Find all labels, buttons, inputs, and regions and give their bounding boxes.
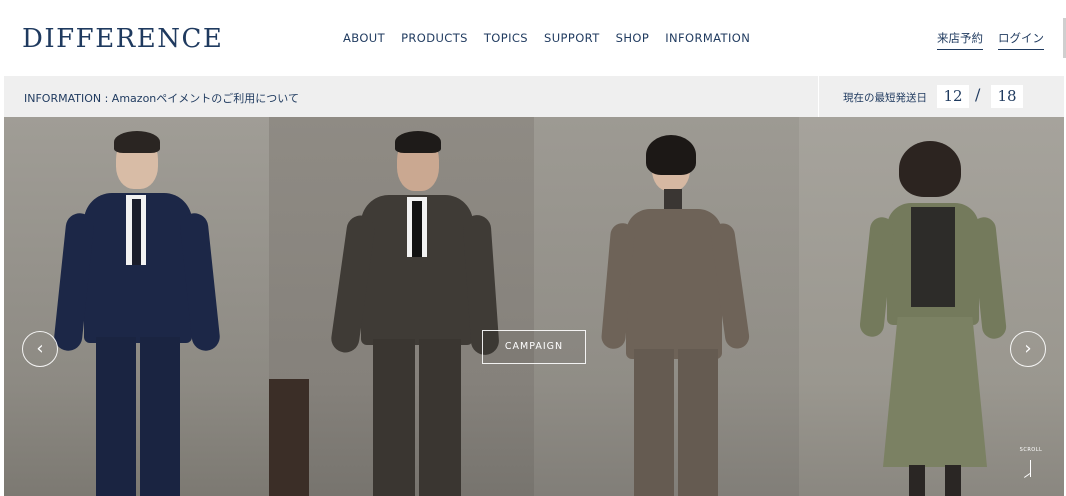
chevron-right-icon: ›: [1024, 338, 1032, 359]
store-reservation-link[interactable]: 来店予約: [937, 30, 983, 50]
nav-information[interactable]: INFORMATION: [665, 31, 750, 45]
main-nav: ABOUT PRODUCTS TOPICS SUPPORT SHOP INFOR…: [343, 31, 750, 45]
site-header: DIFFERENCE ABOUT PRODUCTS TOPICS SUPPORT…: [0, 0, 1066, 76]
nav-about[interactable]: ABOUT: [343, 31, 385, 45]
shipping-date: 現在の最短発送日 12 / 18: [818, 76, 1064, 117]
hero-image-navy-suit: [4, 117, 269, 496]
login-link[interactable]: ログイン: [998, 30, 1044, 50]
hero-slider: ‹ › CAMPAIGN SCROLL: [4, 117, 1064, 496]
nav-products[interactable]: PRODUCTS: [401, 31, 468, 45]
shipping-date-separator: /: [975, 85, 981, 104]
nav-topics[interactable]: TOPICS: [484, 31, 528, 45]
brand-logo[interactable]: DIFFERENCE: [22, 24, 223, 54]
scroll-label: SCROLL: [1019, 447, 1043, 453]
info-bar: INFORMATION : Amazonペイメントのご利用について 現在の最短発…: [4, 76, 1064, 117]
hero-image-grey-suit: [269, 117, 534, 496]
shipping-date-label: 現在の最短発送日: [843, 92, 927, 104]
nav-support[interactable]: SUPPORT: [544, 31, 600, 45]
information-notice-link[interactable]: INFORMATION : Amazonペイメントのご利用について: [24, 90, 299, 106]
utility-links: 来店予約 ログイン: [937, 30, 1044, 50]
campaign-button[interactable]: CAMPAIGN: [482, 330, 586, 364]
hero-image-green-jacket: [799, 117, 1064, 496]
slider-prev-button[interactable]: ‹: [22, 331, 58, 367]
nav-shop[interactable]: SHOP: [616, 31, 650, 45]
scroll-arrow-icon: [1030, 460, 1031, 477]
chevron-left-icon: ‹: [36, 338, 44, 359]
hero-image-brown-suit: [534, 117, 799, 496]
shipping-day: 18: [991, 85, 1023, 108]
shipping-month: 12: [937, 85, 969, 108]
slider-next-button[interactable]: ›: [1010, 331, 1046, 367]
